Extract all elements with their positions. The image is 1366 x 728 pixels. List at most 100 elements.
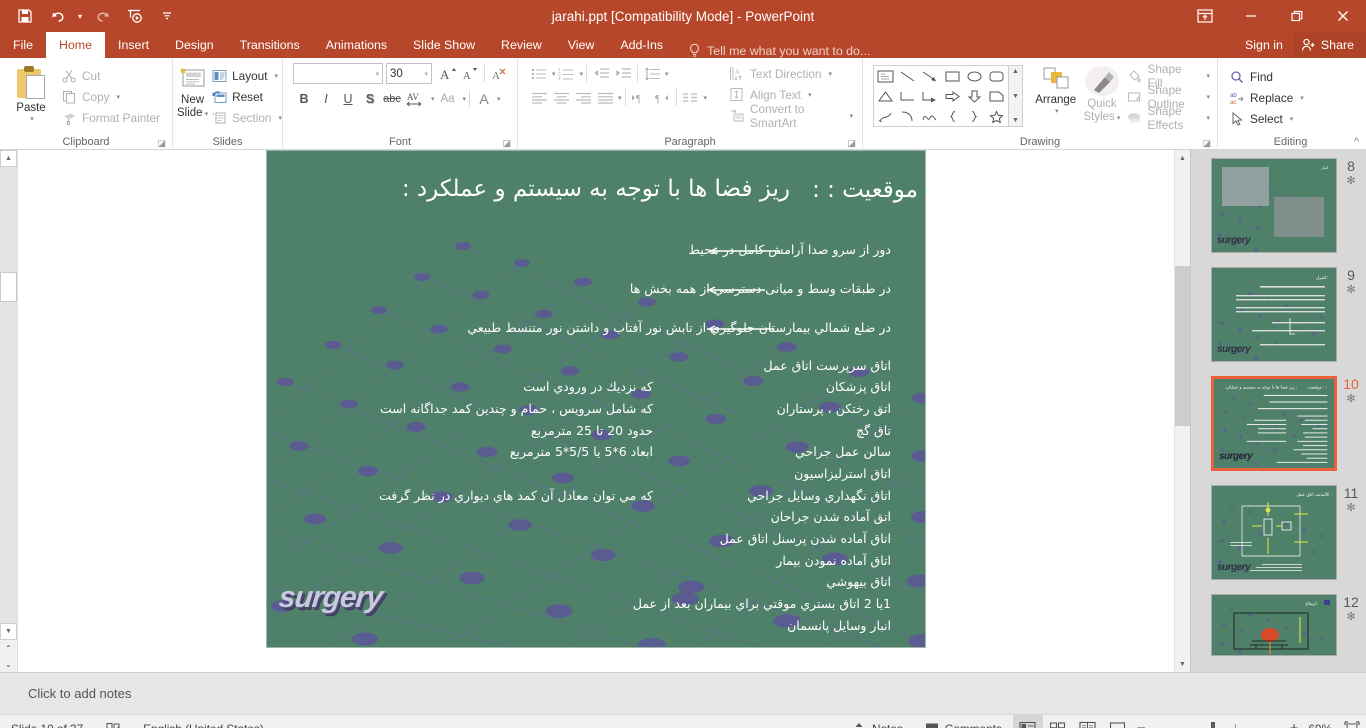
font-name-dropdown-icon[interactable]: ▾ — [375, 70, 379, 78]
notes-pane[interactable]: Click to add notes — [0, 672, 1366, 714]
new-slide-button[interactable]: New Slide ▾ — [177, 63, 208, 121]
comments-button[interactable]: Comments — [914, 715, 1013, 728]
sign-in-button[interactable]: Sign in — [1235, 38, 1293, 52]
animation-star-icon-10[interactable]: ✻ — [1346, 393, 1355, 405]
rtl-button[interactable]: ¶ — [651, 87, 673, 108]
shape-elbow-connector-icon[interactable] — [896, 86, 918, 106]
slide-scroll-thumb[interactable] — [1175, 266, 1190, 426]
slide-right-item-3[interactable]: اتق رختكن ، پرستاران — [777, 401, 891, 416]
shapes-more-icon[interactable]: ▼ — [1012, 117, 1019, 124]
decrease-indent-button[interactable] — [590, 63, 612, 84]
spellcheck-status[interactable] — [94, 715, 132, 728]
clipboard-dialog-launcher-icon[interactable]: ◪ — [157, 138, 166, 149]
arrange-button[interactable]: Arrange ▾ — [1031, 63, 1080, 115]
slide-scroll-down-icon[interactable]: ▼ — [1175, 656, 1190, 672]
thumbnail-slide-12[interactable]: ارتفاع: — [1211, 594, 1337, 656]
font-name-input[interactable]: ▾ — [293, 63, 383, 84]
animation-star-icon-9[interactable]: ✻ — [1346, 284, 1355, 296]
share-button[interactable]: Share — [1292, 32, 1366, 58]
layout-dropdown-icon[interactable]: ▾ — [275, 72, 279, 80]
italic-button[interactable]: I — [315, 88, 337, 109]
strikethrough-button[interactable]: abc — [381, 88, 403, 109]
align-left-button[interactable] — [528, 87, 550, 108]
replace-dropdown-icon[interactable]: ▾ — [1300, 94, 1304, 102]
slide-right-item-6[interactable]: اتاق استرلیزاسیون — [794, 466, 891, 481]
tab-home[interactable]: Home — [45, 32, 106, 58]
slide-right-item-7[interactable]: اتاق نگهداري وسایل جراحي — [747, 488, 891, 503]
columns-dropdown-icon[interactable]: ▾ — [704, 94, 708, 102]
slideshow-icon[interactable] — [120, 3, 150, 29]
numbering-dropdown-icon[interactable]: ▾ — [580, 70, 584, 78]
shape-scribble-icon[interactable] — [874, 106, 896, 126]
slide-left-item-1[interactable]: كه نزدیك در ورودي است — [523, 379, 653, 394]
slide-right-item-5[interactable]: سالن عمل جراحي — [795, 444, 891, 459]
slide-scroll-track[interactable] — [1175, 166, 1190, 656]
slide-right-item-11[interactable]: اتاق بیهوشي — [826, 574, 891, 589]
slide-right-item-9[interactable]: اتاق آماده شدن پرسنل اتاق عمل — [720, 531, 891, 546]
shape-rounded-rect-icon[interactable] — [986, 66, 1008, 86]
slide-sorter-view-button[interactable] — [1043, 715, 1073, 728]
zoom-out-button[interactable]: − — [1133, 715, 1150, 728]
slide-left-item-4[interactable]: ابعاد 6*5 یا 5/5*5 مترمربع — [510, 444, 653, 459]
thumbnail-row-12[interactable]: ارتفاع: 12 ✻ — [1191, 594, 1366, 656]
align-right-button[interactable] — [572, 87, 594, 108]
reset-button[interactable]: Reset — [208, 86, 285, 107]
tab-design[interactable]: Design — [162, 32, 227, 58]
minimize-icon[interactable] — [1228, 0, 1274, 32]
scroll-thumb[interactable] — [0, 272, 17, 302]
tab-view[interactable]: View — [555, 32, 608, 58]
tab-file[interactable]: File — [0, 32, 46, 58]
thumbnail-slide-8[interactable]: انبار surgery — [1211, 158, 1337, 253]
shape-star-icon[interactable] — [986, 106, 1008, 126]
align-center-button[interactable] — [550, 87, 572, 108]
scroll-track[interactable] — [0, 167, 17, 623]
select-dropdown-icon[interactable]: ▾ — [1290, 115, 1294, 123]
numbering-button[interactable]: 123 — [556, 63, 578, 84]
shape-line-icon[interactable] — [896, 66, 918, 86]
font-size-dropdown-icon[interactable]: ▾ — [424, 70, 428, 78]
arrange-dropdown-icon[interactable]: ▾ — [1055, 107, 1059, 115]
shapes-scroll-up-icon[interactable]: ▲ — [1012, 68, 1019, 75]
previous-slide-button[interactable]: ⌃ — [0, 640, 17, 656]
shape-elbow-arrow-icon[interactable] — [919, 86, 941, 106]
zoom-in-button[interactable]: + — [1286, 715, 1303, 728]
customize-qat-icon[interactable] — [152, 3, 182, 29]
animation-star-icon-11[interactable]: ✻ — [1346, 502, 1355, 514]
find-button[interactable]: Find — [1226, 66, 1307, 87]
paste-button[interactable]: Paste ▾ — [4, 63, 58, 123]
thumbnail-row-8[interactable]: انبار surgery 8 ✻ — [1191, 158, 1366, 253]
ribbon-display-options-icon[interactable] — [1182, 0, 1228, 32]
thumbnail-row-11[interactable]: كالبدیف اتاق عمل : surgery 11 ✻ — [1191, 485, 1366, 580]
shape-rectangle-icon[interactable] — [941, 66, 963, 86]
thumbnail-slide-11[interactable]: كالبدیف اتاق عمل : surgery — [1211, 485, 1337, 580]
shape-textbox-icon[interactable] — [874, 66, 896, 86]
close-icon[interactable] — [1320, 0, 1366, 32]
underline-button[interactable]: U — [337, 88, 359, 109]
notes-toggle-button[interactable]: Notes — [841, 715, 914, 728]
tab-animations[interactable]: Animations — [313, 32, 400, 58]
slide-thumbnails-pane[interactable]: انبار surgery 8 ✻ كنترل: surgery 9 ✻ موق… — [1190, 150, 1366, 672]
slide-canvas[interactable]: موقعیت : : ریز فضا ها با توجه به سیستم و… — [266, 150, 926, 648]
animation-star-icon-12[interactable]: ✻ — [1346, 611, 1355, 623]
slide-right-item-13[interactable]: انبار وسایل پانسمان — [787, 618, 891, 633]
bold-button[interactable]: B — [293, 88, 315, 109]
thumbnail-row-10[interactable]: موقعیت : : ریز فضا ها با توجه به سیستم و… — [1191, 376, 1366, 471]
normal-view-button[interactable] — [1012, 714, 1043, 728]
shape-down-arrow-icon[interactable] — [963, 86, 985, 106]
shapes-scroll-down-icon[interactable]: ▼ — [1012, 93, 1019, 100]
select-button[interactable]: Select ▾ — [1226, 108, 1307, 129]
tab-insert[interactable]: Insert — [105, 32, 162, 58]
bullets-button[interactable] — [528, 63, 550, 84]
shapes-gallery[interactable] — [873, 65, 1009, 127]
slide-right-item-12[interactable]: 1یا 2 اتاق بستري موقتي براي بیماران بعد … — [633, 596, 891, 611]
increase-font-size-button[interactable]: A — [437, 63, 459, 84]
text-shadow-button[interactable]: S — [359, 88, 381, 109]
slide-right-item-10[interactable]: اتاق آماده نمودن بیمار — [776, 553, 891, 568]
slideshow-view-button[interactable] — [1103, 715, 1133, 728]
save-icon[interactable] — [10, 3, 40, 29]
next-slide-button[interactable]: ⌄ — [0, 656, 17, 672]
shape-arc-icon[interactable] — [896, 106, 918, 126]
replace-button[interactable]: ab ac Replace ▾ — [1226, 87, 1307, 108]
tab-add-ins[interactable]: Add-Ins — [607, 32, 676, 58]
slide-vertical-scrollbar[interactable]: ▲ ▼ — [1174, 150, 1190, 672]
